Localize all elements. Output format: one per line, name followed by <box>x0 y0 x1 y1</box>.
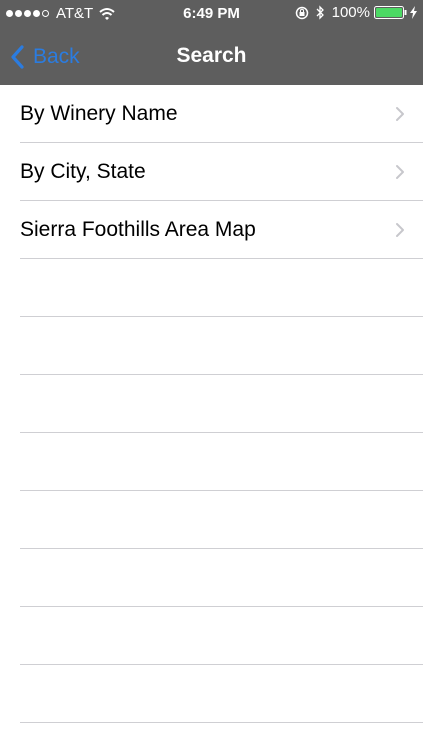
empty-row <box>0 259 423 317</box>
chevron-right-icon <box>396 107 404 121</box>
empty-row <box>0 433 423 491</box>
screen: AT&T 6:49 PM 100% Back Search By Winery … <box>0 0 423 750</box>
list-item-label: Sierra Foothills Area Map <box>20 218 256 241</box>
search-options-list: By Winery Name By City, State Sierra Foo… <box>0 85 423 723</box>
empty-row <box>0 375 423 433</box>
charging-bolt-icon <box>410 6 417 19</box>
empty-row <box>0 317 423 375</box>
bluetooth-icon <box>316 5 324 20</box>
empty-row <box>0 665 423 723</box>
navigation-bar: Back Search <box>0 28 423 85</box>
list-item-by-winery-name[interactable]: By Winery Name <box>0 85 423 143</box>
list-item-area-map[interactable]: Sierra Foothills Area Map <box>0 201 423 259</box>
empty-row <box>0 607 423 665</box>
empty-row <box>0 491 423 549</box>
rotation-lock-icon <box>295 6 308 19</box>
status-right: 100% <box>295 4 417 21</box>
list-item-by-city-state[interactable]: By City, State <box>0 143 423 201</box>
empty-row <box>0 549 423 607</box>
list-item-label: By City, State <box>20 160 146 183</box>
chevron-right-icon <box>396 165 404 179</box>
battery-percent: 100% <box>331 4 370 21</box>
page-title: Search <box>176 44 247 67</box>
battery-icon <box>374 6 407 19</box>
chevron-right-icon <box>396 223 404 237</box>
list-item-label: By Winery Name <box>20 102 178 125</box>
status-bar: AT&T 6:49 PM 100% <box>0 0 423 28</box>
